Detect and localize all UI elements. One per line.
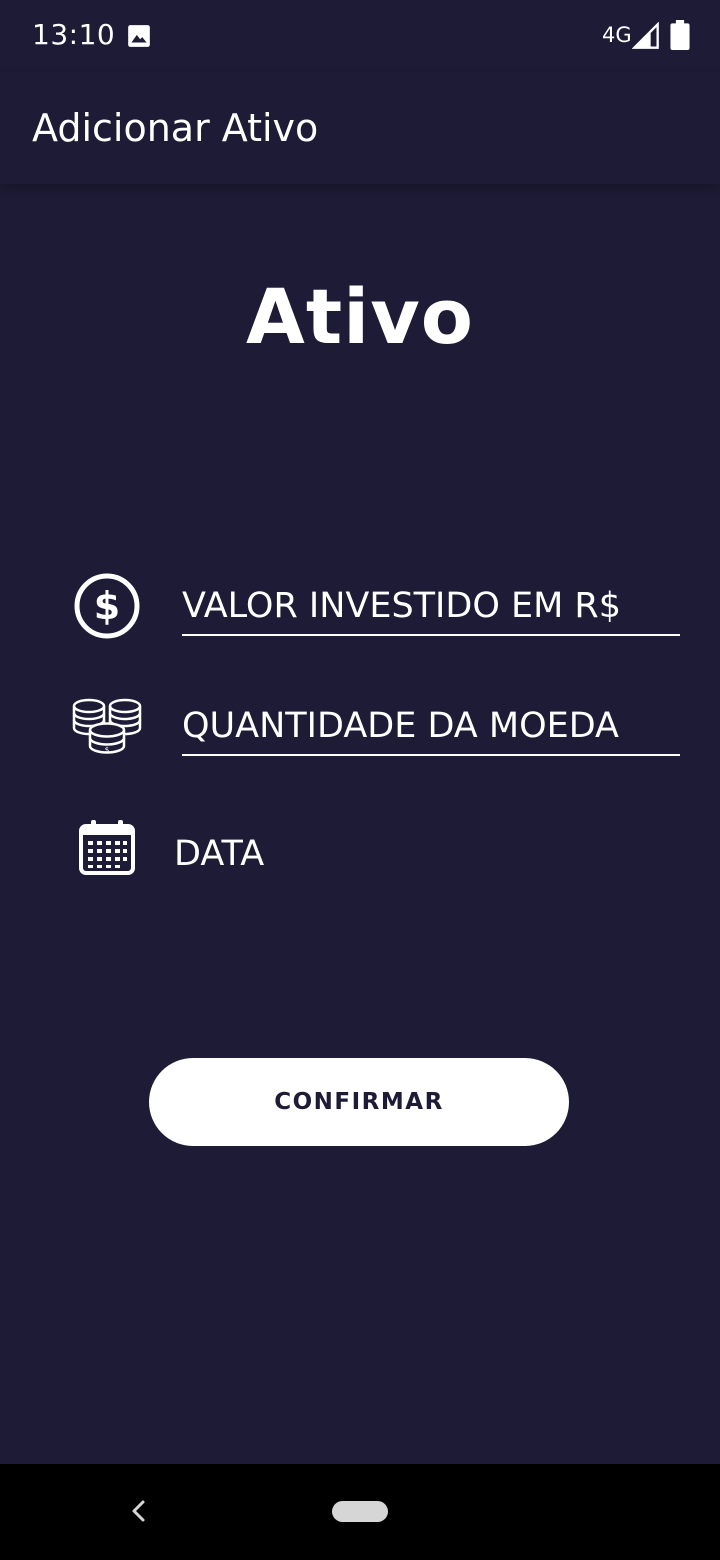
coins-stack-icon: $ xyxy=(72,698,142,754)
coin-quantity-row: $ xyxy=(0,688,720,768)
calendar-icon xyxy=(79,820,135,875)
network-type: 4G xyxy=(602,23,632,47)
confirm-button[interactable]: CONFIRMAR xyxy=(149,1058,569,1146)
coin-quantity-underline xyxy=(182,698,680,756)
page-heading: Ativo xyxy=(246,272,474,361)
status-time: 13:10 xyxy=(32,18,116,51)
invested-value-underline xyxy=(182,578,680,636)
signal-icon xyxy=(632,22,659,49)
image-icon xyxy=(128,25,150,47)
navigation-bar xyxy=(0,1464,720,1560)
svg-text:$: $ xyxy=(105,746,109,754)
back-icon[interactable] xyxy=(126,1498,152,1524)
home-pill[interactable] xyxy=(332,1501,388,1522)
app-bar-title: Adicionar Ativo xyxy=(32,106,319,150)
battery-icon xyxy=(670,20,690,50)
invested-value-row: $ xyxy=(0,566,720,646)
date-label: DATA xyxy=(174,834,265,874)
coin-quantity-input[interactable] xyxy=(182,698,680,754)
app-bar: Adicionar Ativo xyxy=(0,72,720,184)
add-asset-screen: 13:10 4G Adicionar Ativo Ativo $ VALOR I… xyxy=(0,0,720,1560)
dollar-circle-icon: $ xyxy=(74,573,140,639)
date-row[interactable]: DATA xyxy=(0,812,720,892)
status-bar: 13:10 4G xyxy=(0,0,720,72)
invested-value-input[interactable] xyxy=(182,578,680,634)
svg-text:$: $ xyxy=(94,584,120,628)
